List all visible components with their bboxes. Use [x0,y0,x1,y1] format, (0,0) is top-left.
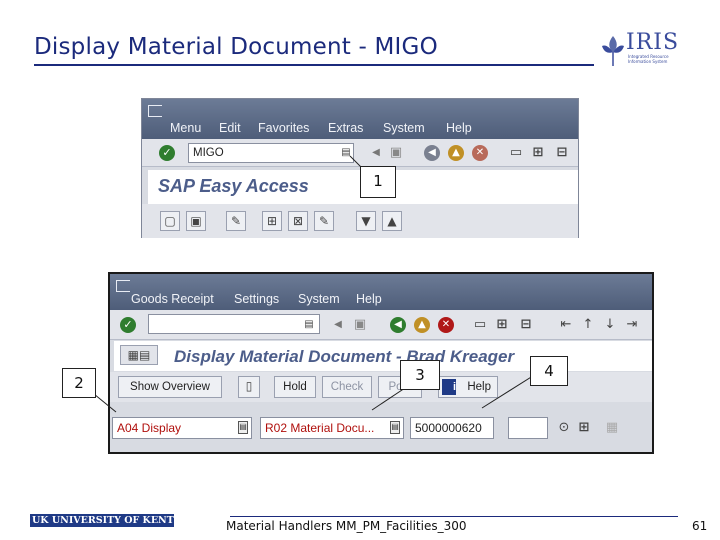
university-logo-text: UK UNIVERSITY OF KENTUCKY [32,515,205,526]
move-down-icon[interactable]: ▼ [356,211,376,231]
new-document-icon[interactable]: ▯ [238,376,260,398]
first-page-icon[interactable]: ⇤ [558,317,574,333]
menu-bar-2: Goods Receipt Settings System Help [110,274,652,310]
back-icon[interactable]: ◀ [424,145,440,161]
menu-system[interactable]: System [383,121,425,135]
hold-button[interactable]: Hold [274,376,316,398]
print-icon[interactable]: ▭ [508,145,524,161]
footer-course-name: Material Handlers MM_PM_Facilities_300 [226,519,467,533]
reference-select-value: R02 Material Docu... [265,421,375,435]
reference-select[interactable]: R02 Material Docu... ▤ [260,417,404,439]
info-icon: i [442,379,456,395]
delete-favorite-icon[interactable]: ⊠ [288,211,308,231]
sap-menu-icon[interactable]: ▣ [186,211,206,231]
grid-icon[interactable]: ▦ [604,420,620,436]
find-icon-2[interactable]: ⊞ [494,317,510,333]
iris-logo-text: IRIS [626,30,680,55]
menu-extras[interactable]: Extras [328,121,363,135]
exit-icon-2[interactable]: ▲ [414,317,430,333]
move-up-icon[interactable]: ▲ [382,211,402,231]
menu-edit[interactable]: Edit [219,121,241,135]
expand-left-icon-2[interactable]: ◀ [330,317,346,333]
menu-help-2[interactable]: Help [356,292,382,306]
callout-2: 2 [62,368,96,398]
callout-3: 3 [400,360,440,390]
command-field-value: MIGO [193,147,224,159]
footer-rule [230,516,678,517]
print-icon-2[interactable]: ▭ [472,317,488,333]
action-dropdown-icon: ▤ [238,421,248,434]
enter-check-icon-2[interactable]: ✓ [120,317,136,333]
favorites-icon[interactable]: ✎ [226,211,246,231]
find-next-icon-2[interactable]: ⊟ [518,317,534,333]
menu-bar: Menu Edit Favorites Extras System Help [142,99,578,139]
menu-favorites[interactable]: Favorites [258,121,309,135]
title-bar-2: ▦▤ Display Material Document - Brad Krea… [114,341,652,371]
command-field-2[interactable] [148,314,320,334]
window-corner-icon-2 [116,280,130,292]
menu-menu[interactable]: Menu [170,121,201,135]
search-icon[interactable]: ⊞ [576,420,592,436]
menu-settings[interactable]: Settings [234,292,279,306]
cancel-icon-2[interactable]: ✕ [438,317,454,333]
screen-title-2: Display Material Document - Brad Kreager [174,347,515,366]
user-menu-icon[interactable]: ▢ [160,211,180,231]
menu-goods-receipt[interactable]: Goods Receipt [131,292,214,306]
window-corner-icon [148,105,162,117]
iris-logo-subtitle: Integrated Resource Information System [628,54,669,64]
callout-4: 4 [530,356,568,386]
command-history-icon-2[interactable]: ▤ [301,317,317,333]
last-page-icon[interactable]: ⇥ [624,317,640,333]
execute-icon[interactable]: ⊙ [556,420,572,436]
previous-page-icon[interactable]: ↑ [580,317,596,333]
year-field[interactable] [508,417,548,439]
show-overview-button[interactable]: Show Overview [118,376,222,398]
cancel-icon[interactable]: ✕ [472,145,488,161]
reference-dropdown-icon: ▤ [390,421,400,434]
save-icon-2[interactable]: ▣ [352,317,368,333]
next-page-icon[interactable]: ↓ [602,317,618,333]
callout-1: 1 [360,166,396,198]
save-icon[interactable]: ▣ [388,145,404,161]
page-number: 61 [692,519,708,533]
action-select[interactable]: A04 Display ▤ [112,417,252,439]
iris-flower-icon [600,32,626,68]
application-toolbar: ▢ ▣ ✎ ⊞ ⊠ ✎ ▼ ▲ [142,204,578,238]
back-icon-2[interactable]: ◀ [390,317,406,333]
add-favorite-icon[interactable]: ⊞ [262,211,282,231]
screen-title: SAP Easy Access [158,176,309,196]
menu-system-2[interactable]: System [298,292,340,306]
find-next-icon[interactable]: ⊟ [554,145,570,161]
exit-icon[interactable]: ▲ [448,145,464,161]
standard-toolbar-2: ✓ ▤ ◀ ▣ ◀ ▲ ✕ ▭ ⊞ ⊟ ⇤ ↑ ↓ ⇥ [110,310,652,340]
document-number-field[interactable]: 5000000620 [410,417,494,439]
display-material-document-window: Goods Receipt Settings System Help ✓ ▤ ◀… [108,272,654,454]
title-underline [34,64,594,66]
change-favorite-icon[interactable]: ✎ [314,211,334,231]
tree-toggle-icon[interactable]: ▦▤ [120,345,158,365]
page-title: Display Material Document - MIGO [34,34,438,60]
enter-check-icon[interactable]: ✓ [159,145,175,161]
document-number-value: 5000000620 [415,421,482,435]
menu-help[interactable]: Help [446,121,472,135]
find-icon[interactable]: ⊞ [530,145,546,161]
